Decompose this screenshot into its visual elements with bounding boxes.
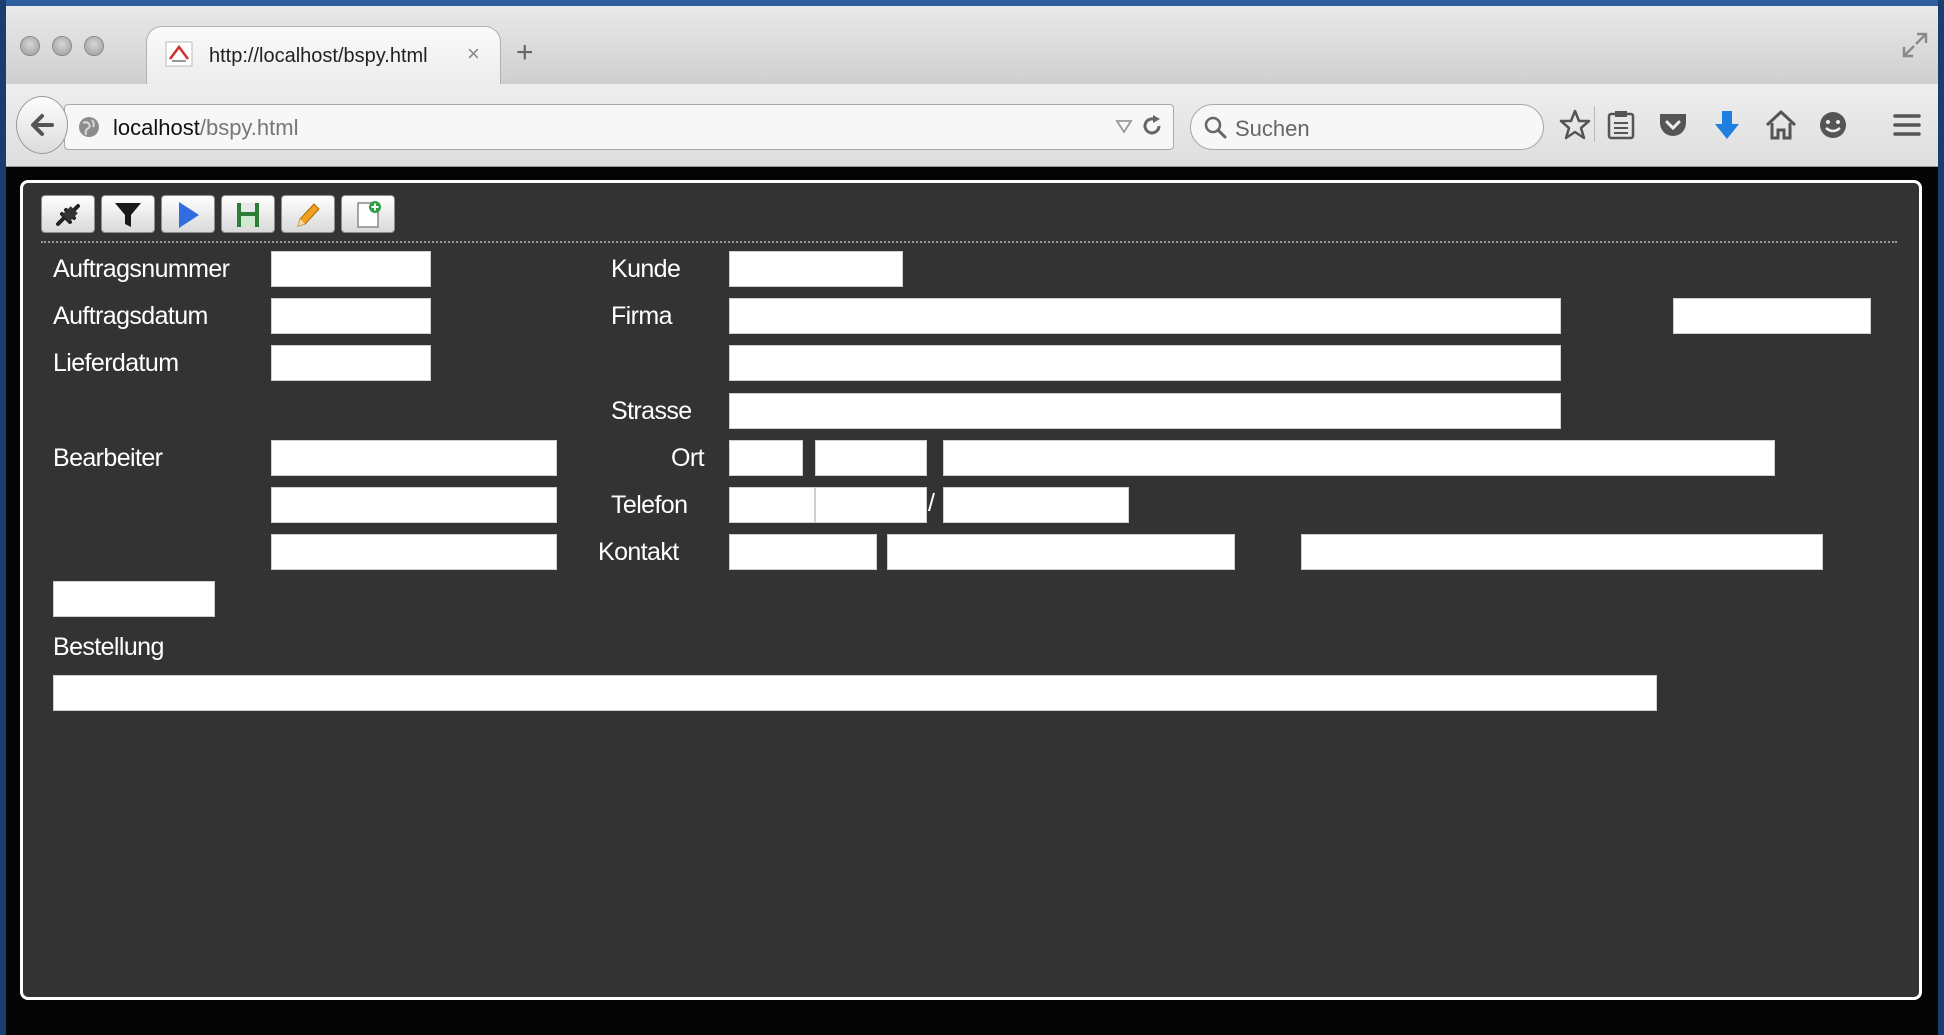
bookmark-star-icon[interactable]: [1558, 108, 1592, 142]
globe-icon: [79, 117, 99, 137]
label-kunde: Kunde: [611, 255, 681, 283]
label-strasse: Strasse: [611, 397, 692, 425]
connect-button[interactable]: [41, 195, 95, 233]
label-ort: Ort: [671, 444, 705, 472]
search-placeholder: Suchen: [1235, 116, 1310, 141]
firma-extra-field[interactable]: [1673, 298, 1871, 334]
strasse-field[interactable]: [729, 393, 1561, 429]
smiley-feedback-icon[interactable]: [1816, 108, 1850, 142]
navigation-bar: localhost/bspy.html Suchen: [6, 84, 1938, 167]
desktop-background-right: [1938, 0, 1944, 1035]
zoom-window-button[interactable]: [84, 36, 104, 56]
kontakt-email-field[interactable]: [1301, 534, 1823, 570]
save-button[interactable]: [221, 195, 275, 233]
fullscreen-icon[interactable]: [1900, 30, 1930, 60]
url-text: localhost/bspy.html: [113, 115, 298, 141]
new-document-icon: [357, 201, 381, 228]
ort-name-field[interactable]: [943, 440, 1775, 476]
extra-field[interactable]: [53, 581, 215, 617]
auftragsdatum-field[interactable]: [271, 298, 431, 334]
reload-icon[interactable]: [1139, 113, 1165, 139]
telefon-land-field[interactable]: [729, 487, 815, 523]
tab-strip: http://localhost/bspy.html × +: [6, 6, 1938, 86]
new-document-button[interactable]: [341, 195, 395, 233]
label-bearbeiter: Bearbeiter: [53, 444, 163, 472]
browser-window: http://localhost/bspy.html × + localhost…: [6, 6, 1938, 1035]
back-button[interactable]: [16, 96, 68, 154]
telefon-separator: /: [928, 489, 935, 517]
minimize-window-button[interactable]: [52, 36, 72, 56]
bookmarks-list-icon[interactable]: [1604, 108, 1638, 142]
close-window-button[interactable]: [20, 36, 40, 56]
search-icon: [1204, 116, 1227, 139]
firma-field-2[interactable]: [729, 345, 1561, 381]
menu-hamburger-icon[interactable]: [1890, 108, 1924, 142]
floppy-disk-icon: [237, 203, 259, 227]
download-arrow-icon[interactable]: [1710, 108, 1744, 142]
label-kontakt: Kontakt: [598, 538, 679, 566]
ort-plz-field[interactable]: [815, 440, 927, 476]
run-button[interactable]: [161, 195, 215, 233]
kontakt-name-field[interactable]: [887, 534, 1235, 570]
pencil-icon: [297, 203, 320, 227]
filter-button[interactable]: [101, 195, 155, 233]
label-lieferdatum: Lieferdatum: [53, 349, 179, 377]
bestellung-field[interactable]: [53, 675, 1657, 711]
ort-land-field[interactable]: [729, 440, 803, 476]
edit-button[interactable]: [281, 195, 335, 233]
tab-active[interactable]: http://localhost/bspy.html ×: [146, 26, 501, 86]
search-bar[interactable]: Suchen: [1190, 104, 1544, 150]
pocket-icon[interactable]: [1656, 108, 1690, 142]
play-icon: [179, 202, 199, 228]
bearbeiter-field-2[interactable]: [271, 487, 557, 523]
label-telefon: Telefon: [611, 491, 688, 519]
plug-icon: [56, 204, 80, 226]
url-bar[interactable]: localhost/bspy.html: [64, 104, 1174, 150]
kontakt-anrede-field[interactable]: [729, 534, 877, 570]
lieferdatum-field[interactable]: [271, 345, 431, 381]
url-host: localhost: [113, 115, 200, 140]
telefon-nummer-field[interactable]: [943, 487, 1129, 523]
tab-close-icon[interactable]: ×: [467, 41, 480, 67]
label-firma: Firma: [611, 302, 672, 330]
history-dropdown-icon[interactable]: [1115, 117, 1133, 135]
bearbeiter-field-1[interactable]: [271, 440, 557, 476]
tab-title: http://localhost/bspy.html: [209, 45, 428, 67]
label-auftragsdatum: Auftragsdatum: [53, 302, 208, 330]
toolbar-separator: [41, 241, 1897, 243]
label-auftragsnummer: Auftragsnummer: [53, 255, 230, 283]
bearbeiter-field-3[interactable]: [271, 534, 557, 570]
filter-funnel-icon: [115, 203, 141, 227]
url-path: /bspy.html: [199, 115, 299, 140]
page-favicon-icon: [165, 41, 193, 67]
firma-field-1[interactable]: [729, 298, 1561, 334]
toolbar-divider: [1594, 106, 1595, 142]
label-bestellung: Bestellung: [53, 633, 164, 661]
telefon-vorwahl-field[interactable]: [815, 487, 927, 523]
home-icon[interactable]: [1764, 108, 1798, 142]
auftragsnummer-field[interactable]: [271, 251, 431, 287]
new-tab-button[interactable]: +: [516, 38, 534, 68]
back-arrow-icon: [31, 114, 54, 136]
kunde-field[interactable]: [729, 251, 903, 287]
page-content: Auftragsnummer Auftragsdatum Lieferdatum…: [20, 180, 1922, 1000]
